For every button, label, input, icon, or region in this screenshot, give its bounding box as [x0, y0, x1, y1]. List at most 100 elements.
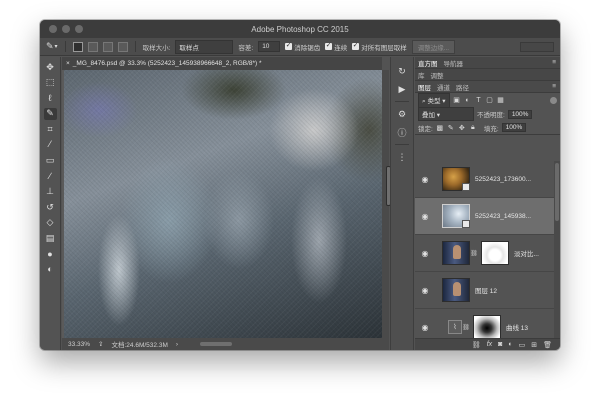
eye-icon[interactable]: ◉ [419, 249, 431, 258]
link-icon[interactable]: ⛓︎ [462, 324, 470, 331]
contiguous-checkbox[interactable]: 连续 [325, 41, 347, 52]
link-icon[interactable]: ⛓︎ [470, 250, 478, 257]
panel-menu-icon[interactable]: ≡ [552, 83, 556, 90]
lock-position-icon[interactable]: ✥ [458, 124, 466, 132]
layer-name[interactable]: 图层 12 [475, 285, 497, 295]
tab-layers[interactable]: 图层 [418, 82, 431, 92]
close-tab-icon[interactable]: × [66, 60, 70, 67]
layer-name[interactable]: 曲线 13 [506, 322, 528, 332]
workspace-select[interactable] [520, 41, 554, 52]
export-icon[interactable]: ⇪ [98, 340, 103, 348]
refine-edge-button[interactable]: 调整边缘... [411, 39, 456, 54]
tool-preset-picker[interactable]: ✎ ▾ [46, 41, 58, 52]
layer-row[interactable]: ◉ ⛓︎ 淡对比... [415, 235, 560, 272]
new-group-icon[interactable]: ▭ [519, 341, 526, 349]
close-window-button[interactable] [49, 25, 57, 33]
smart-object-filter-icon[interactable]: ▦ [497, 96, 505, 104]
curves-adjustment-icon: ⌇ [448, 320, 462, 334]
new-selection-button[interactable] [72, 41, 83, 52]
eyedropper-icon[interactable]: ⁄ [44, 139, 57, 151]
layer-name[interactable]: 5252423_173600... [475, 176, 531, 183]
lock-paint-icon[interactable]: ✎ [447, 124, 455, 132]
blur-icon[interactable]: ● [44, 248, 57, 260]
document-tab[interactable]: × _MG_8476.psd @ 33.3% (5252423_14593896… [62, 57, 382, 70]
layer-row[interactable]: ◉ 5252423_145938... [415, 198, 560, 235]
layer-name[interactable]: 5252423_145938... [475, 213, 531, 220]
opacity-input[interactable]: 100% [507, 109, 533, 119]
tolerance-input[interactable]: 10 [258, 41, 281, 52]
swatches-icon[interactable]: ⋮ [395, 151, 409, 163]
tab-libraries[interactable]: 库 [418, 70, 425, 80]
new-layer-icon[interactable]: ⊞ [531, 341, 537, 349]
brush-icon[interactable]: ∕ [44, 170, 57, 182]
lasso-icon[interactable]: ℓ [44, 92, 57, 104]
quick-selection-icon[interactable]: ✎ [43, 107, 57, 120]
adjustment-filter-icon[interactable]: ◐ [464, 96, 472, 104]
move-icon[interactable]: ✥ [44, 61, 57, 73]
properties-icon[interactable]: ⚙ [395, 108, 409, 120]
info-icon[interactable]: ⓘ [395, 126, 409, 138]
zoom-window-button[interactable] [75, 25, 83, 33]
add-mask-icon[interactable]: ◙ [498, 341, 502, 348]
healing-brush-icon[interactable]: ▭ [44, 155, 57, 167]
history-brush-icon[interactable]: ↺ [44, 201, 57, 213]
add-to-selection-button[interactable] [87, 41, 98, 52]
sample-all-layers-checkbox[interactable]: 对所有图层取样 [352, 41, 407, 52]
eye-icon[interactable]: ◉ [419, 286, 431, 295]
tab-paths[interactable]: 路径 [456, 82, 469, 92]
layers-scrollbar[interactable] [554, 161, 560, 338]
layer-row[interactable]: ◉ ⌇ ⛓︎ 曲线 13 [415, 309, 560, 338]
layer-mask-thumbnail[interactable] [473, 315, 501, 338]
lock-label: 锁定: [418, 125, 433, 133]
trash-icon[interactable]: 🗑︎ [543, 341, 552, 349]
link-layers-icon[interactable]: ⛓︎ [472, 341, 481, 349]
tab-histogram[interactable]: 直方图 [418, 58, 438, 68]
shape-filter-icon[interactable]: ▢ [486, 96, 494, 104]
layer-mask-thumbnail[interactable] [481, 241, 509, 265]
dodge-icon[interactable]: ◐ [44, 264, 57, 276]
canvas-image[interactable] [64, 70, 382, 338]
pixel-filter-icon[interactable]: ▣ [453, 96, 461, 104]
layer-name[interactable]: 淡对比... [514, 248, 539, 258]
subtract-from-selection-button[interactable] [102, 41, 113, 52]
tab-adjustments[interactable]: 调整 [431, 70, 444, 80]
lock-transparent-icon[interactable]: ▩ [436, 124, 444, 132]
title-bar: Adobe Photoshop CC 2015 [40, 20, 560, 38]
status-menu-arrow-icon[interactable]: › [176, 341, 178, 348]
scroll-thumb[interactable] [555, 163, 559, 221]
document-size[interactable]: 文档:24.6M/532.3M [112, 339, 168, 349]
window-title: Adobe Photoshop CC 2015 [251, 24, 349, 34]
zoom-level[interactable]: 33.33% [68, 341, 90, 348]
horizontal-scroll-thumb[interactable] [200, 342, 233, 346]
eye-icon[interactable]: ◉ [419, 175, 431, 184]
history-icon[interactable]: ↻ [395, 65, 409, 77]
anti-alias-checkbox[interactable]: 消除锯齿 [285, 41, 320, 52]
new-adjustment-icon[interactable]: ◐ [508, 341, 512, 348]
fx-icon[interactable]: fx [487, 341, 492, 348]
layer-row[interactable]: ◉ 5252423_173600... [415, 161, 560, 198]
tab-navigator[interactable]: 导航器 [444, 58, 464, 68]
panel-menu-icon[interactable]: ≡ [552, 59, 556, 66]
clone-stamp-icon[interactable]: ⊥ [44, 186, 57, 198]
intersect-selection-button[interactable] [117, 41, 128, 52]
filter-toggle-icon[interactable] [550, 96, 557, 104]
fill-input[interactable]: 100% [501, 123, 527, 132]
eye-icon[interactable]: ◉ [419, 323, 431, 332]
photoshop-window: Adobe Photoshop CC 2015 ✎ ▾ 取样大小: 取样点 容差… [40, 20, 560, 350]
crop-icon[interactable]: ⌗ [44, 123, 57, 135]
actions-play-icon[interactable]: ▶ [395, 83, 409, 95]
layer-row[interactable]: ◉ 图层 12 [415, 272, 560, 309]
gradient-icon[interactable]: ▤ [44, 233, 57, 245]
eye-icon[interactable]: ◉ [419, 212, 431, 221]
minimize-window-button[interactable] [62, 25, 70, 33]
layer-filter-select[interactable]: ⌕ 类型 ▾ [418, 92, 450, 108]
marquee-icon[interactable]: ⬚ [44, 77, 57, 89]
sample-size-select[interactable]: 取样点 [175, 39, 234, 54]
lock-all-icon[interactable]: 🔒︎ [469, 124, 477, 132]
tab-channels[interactable]: 通道 [437, 82, 450, 92]
blend-mode-select[interactable]: 叠加 ▾ [418, 107, 474, 121]
type-filter-icon[interactable]: T [475, 96, 483, 104]
eraser-icon[interactable]: ◇ [44, 217, 57, 229]
canvas-vertical-scrollbar[interactable] [382, 70, 391, 338]
canvas-area[interactable] [62, 70, 382, 338]
